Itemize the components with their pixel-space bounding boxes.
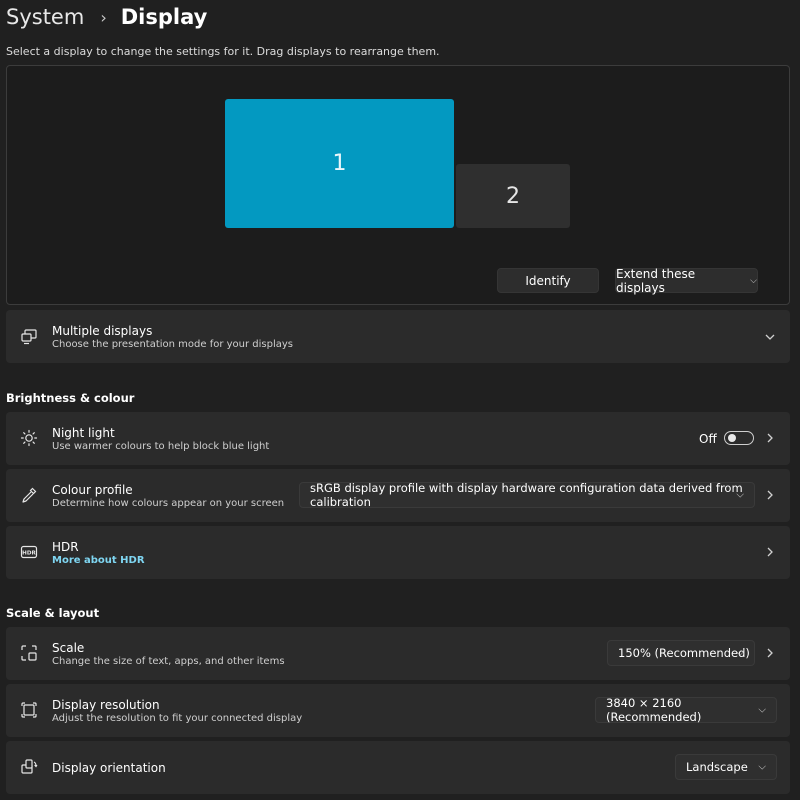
breadcrumb-parent-system[interactable]: System [6, 5, 84, 29]
monitor-1-tile[interactable]: 1 [225, 99, 454, 228]
chevron-right-icon[interactable] [764, 546, 776, 558]
page-title: Display [120, 5, 208, 29]
extend-displays-dropdown[interactable]: Extend these displays ⌵ [615, 266, 758, 295]
scale-row[interactable]: Scale Change the size of text, apps, and… [6, 627, 790, 680]
display-resolution-row[interactable]: Display resolution Adjust the resolution… [6, 684, 790, 737]
scale-dropdown[interactable]: 150% (Recommended) ⌵ [607, 640, 755, 666]
svg-text:HDR: HDR [22, 551, 36, 557]
hdr-icon: HDR [20, 545, 38, 559]
eyedropper-icon [22, 487, 37, 503]
multi-monitor-icon [21, 329, 37, 345]
colour-profile-row[interactable]: Colour profile Determine how colours app… [6, 469, 790, 522]
chevron-right-icon[interactable] [764, 647, 776, 659]
chevron-right-icon[interactable] [764, 432, 776, 444]
display-orientation-dropdown[interactable]: Landscape ⌵ [675, 754, 777, 780]
section-heading-brightness: Brightness & colour [6, 391, 135, 405]
hdr-title: HDR [52, 540, 79, 554]
brightness-icon [20, 429, 38, 447]
chevron-right-icon[interactable] [764, 489, 776, 501]
scale-value: 150% (Recommended) [618, 646, 750, 660]
chevron-right-icon: › [100, 7, 107, 27]
display-arrangement-canvas[interactable]: 1 2 Identify Extend these displays ⌵ [6, 65, 790, 305]
chevron-down-icon: ⌵ [736, 489, 744, 501]
night-light-subtitle: Use warmer colours to help block blue li… [52, 441, 270, 452]
more-about-hdr-link[interactable]: More about HDR [52, 555, 145, 566]
scale-icon [21, 645, 37, 661]
hdr-row[interactable]: HDR HDR More about HDR [6, 526, 790, 579]
night-light-toggle[interactable] [724, 431, 754, 445]
monitor-2-tile[interactable]: 2 [456, 164, 570, 228]
night-light-title: Night light [52, 426, 115, 440]
multiple-displays-row[interactable]: Multiple displays Choose the presentatio… [6, 310, 790, 363]
section-heading-scale-layout: Scale & layout [6, 606, 100, 620]
chevron-down-icon: ⌵ [750, 275, 757, 286]
scale-subtitle: Change the size of text, apps, and other… [52, 656, 285, 667]
display-resolution-value: 3840 × 2160 (Recommended) [606, 696, 702, 724]
display-resolution-dropdown[interactable]: 3840 × 2160 (Recommended) ⌵ [595, 696, 777, 724]
multiple-displays-title: Multiple displays [52, 324, 153, 338]
colour-profile-dropdown[interactable]: sRGB display profile with display hardwa… [299, 481, 755, 509]
night-light-state-label: Off [699, 432, 717, 446]
chevron-down-icon: ⌵ [758, 761, 766, 773]
multiple-displays-subtitle: Choose the presentation mode for your di… [52, 339, 294, 350]
night-light-row[interactable]: Night light Use warmer colours to help b… [6, 412, 790, 465]
orientation-icon [21, 759, 38, 774]
display-resolution-subtitle: Adjust the resolution to fit your connec… [52, 713, 303, 724]
intro-text: Select a display to change the settings … [6, 45, 440, 58]
chevron-down-icon[interactable] [764, 331, 776, 343]
colour-profile-value: sRGB display profile with display hardwa… [310, 481, 743, 509]
colour-profile-subtitle: Determine how colours appear on your scr… [52, 498, 285, 509]
display-orientation-value: Landscape [686, 760, 748, 774]
display-resolution-title: Display resolution [52, 698, 160, 712]
resolution-icon [21, 702, 37, 718]
display-orientation-row[interactable]: Display orientation Landscape ⌵ [6, 741, 790, 794]
chevron-down-icon: ⌵ [736, 647, 744, 659]
toggle-knob [728, 434, 736, 442]
colour-profile-title: Colour profile [52, 483, 133, 497]
extend-displays-label: Extend these displays [616, 266, 696, 295]
monitor-2-label: 2 [506, 183, 520, 209]
breadcrumb: System › Display [6, 0, 207, 34]
scale-title: Scale [52, 641, 85, 655]
chevron-down-icon: ⌵ [758, 704, 766, 716]
display-orientation-title: Display orientation [52, 761, 166, 775]
identify-button[interactable]: Identify [497, 268, 599, 293]
monitor-1-label: 1 [332, 151, 347, 176]
